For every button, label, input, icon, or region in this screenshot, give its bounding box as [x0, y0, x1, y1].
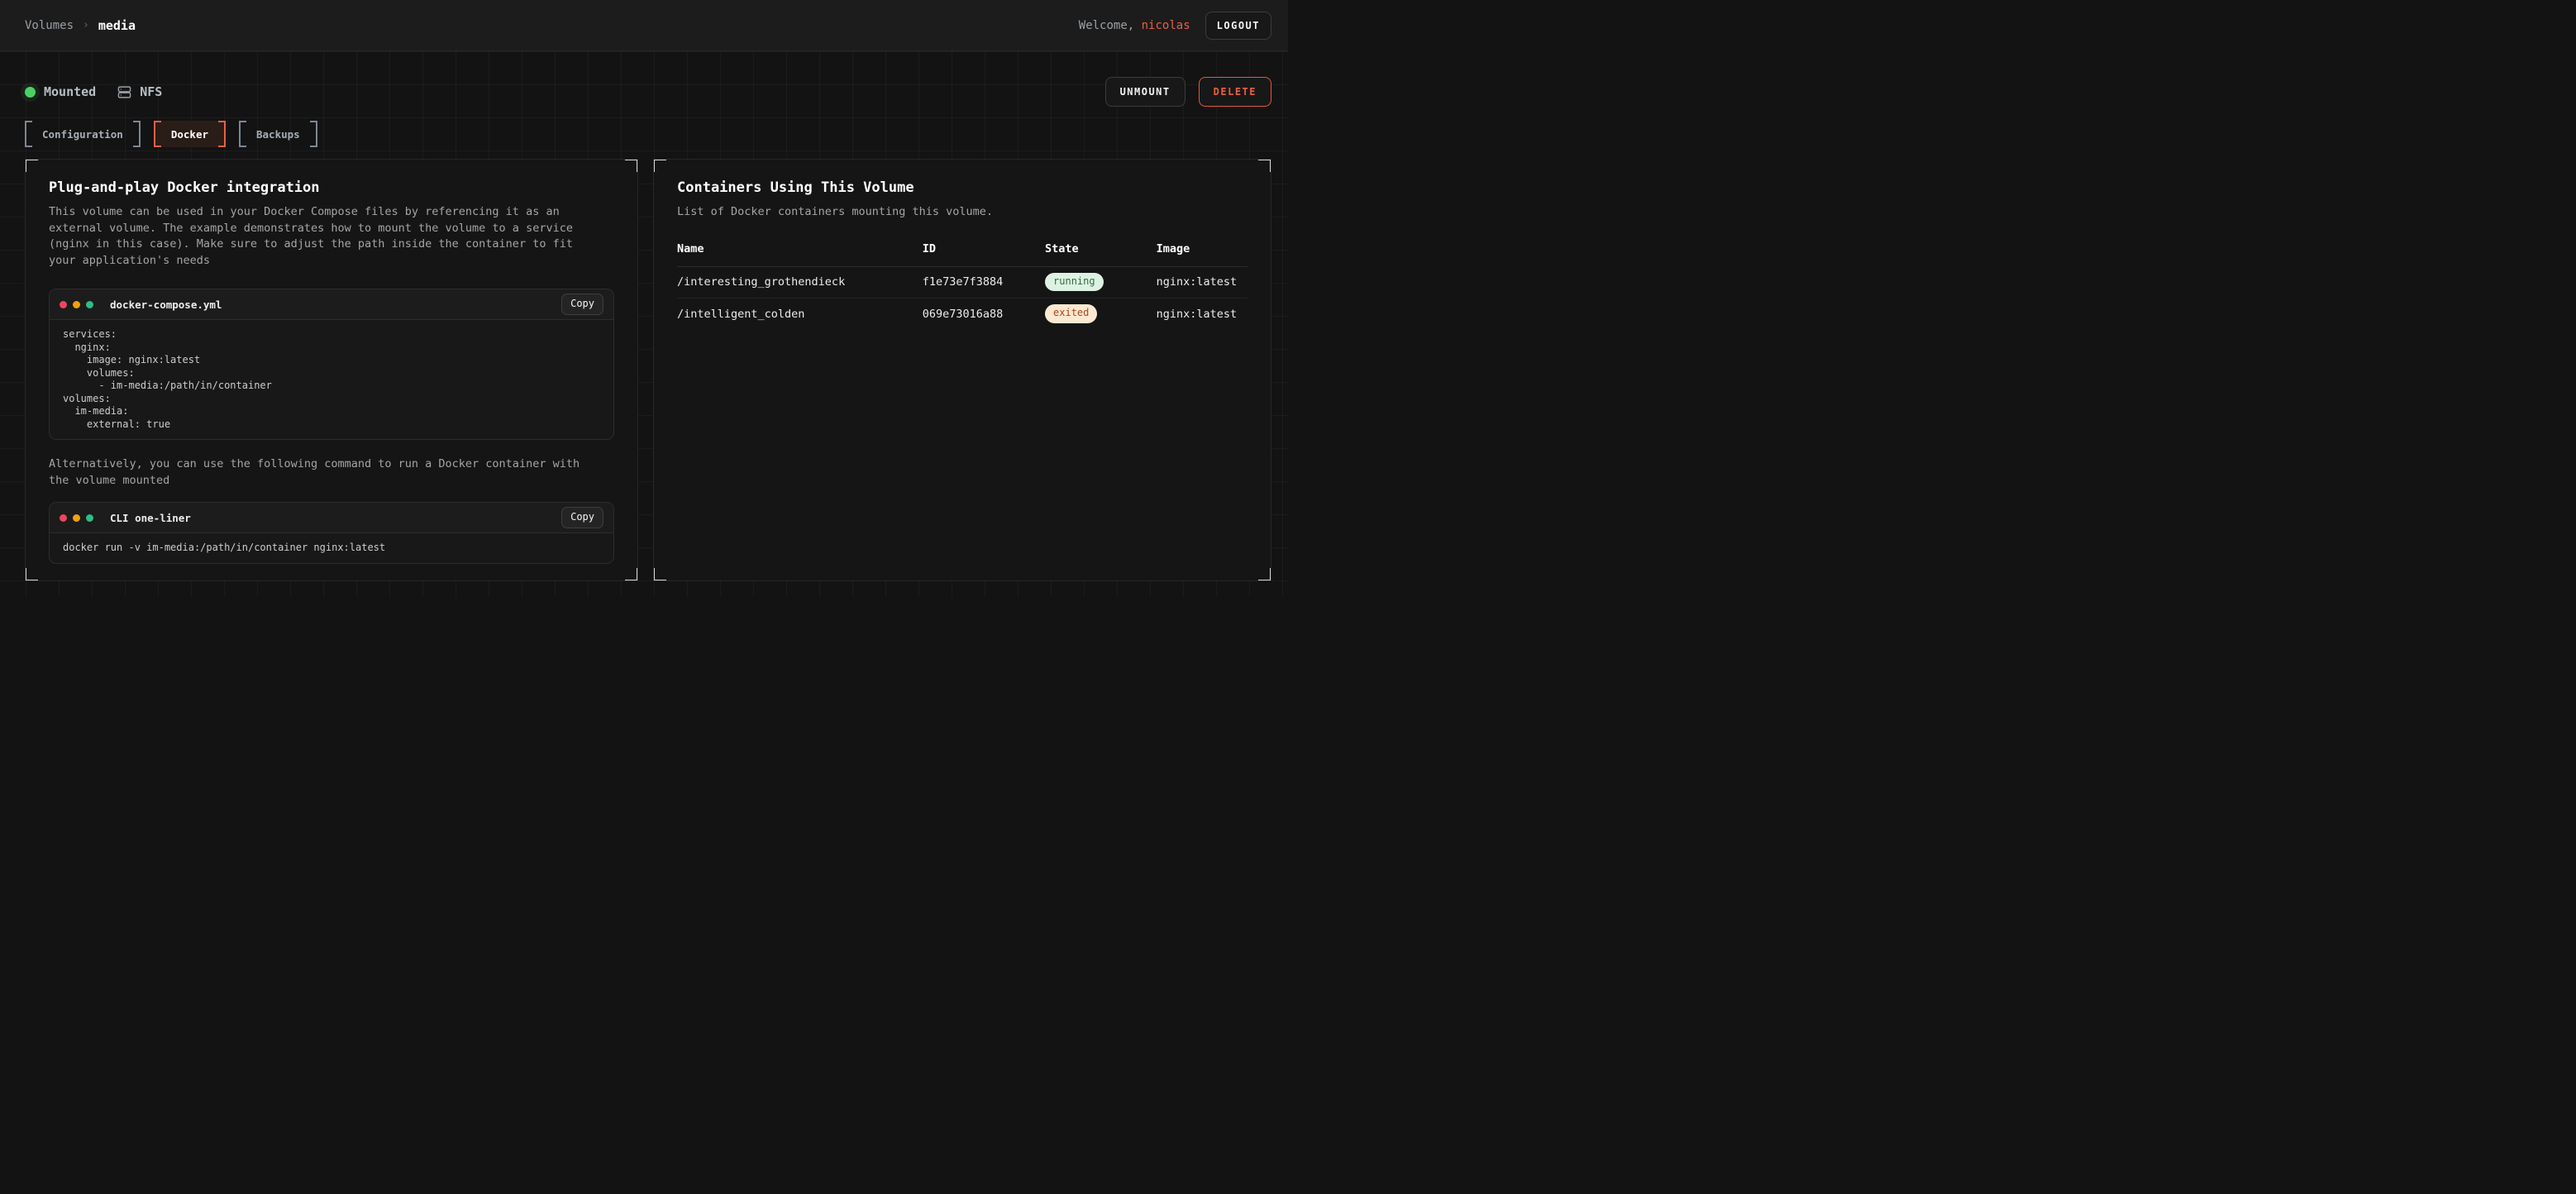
- unmount-button[interactable]: UNMOUNT: [1105, 77, 1185, 107]
- container-image: nginx:latest: [1157, 275, 1247, 289]
- tab-configuration[interactable]: Configuration: [25, 121, 141, 147]
- chevron-right-icon: ›: [83, 19, 89, 31]
- traffic-light-amber-icon: [73, 514, 80, 522]
- container-id: f1e73e7f3884: [923, 275, 1045, 289]
- topbar-right: Welcome, nicolas LOGOUT: [1079, 12, 1271, 40]
- compose-filename: docker-compose.yml: [110, 298, 222, 311]
- traffic-light-amber-icon: [73, 301, 80, 308]
- table-row: /intelligent_colden 069e73016a88 exited …: [677, 298, 1247, 330]
- containers-panel-subtitle: List of Docker containers mounting this …: [677, 204, 1224, 221]
- panel-corner: [653, 159, 666, 172]
- container-state: exited: [1045, 304, 1157, 323]
- fs-type-label: NFS: [140, 84, 162, 99]
- breadcrumb: Volumes › media: [25, 18, 136, 33]
- breadcrumb-current-volume: media: [98, 18, 136, 33]
- status-row: Mounted NFS UNMOUNT DELET: [25, 77, 1271, 107]
- mount-status: Mounted: [25, 84, 96, 99]
- containers-table-header: Name ID State Image: [677, 242, 1247, 267]
- tab-docker[interactable]: Docker: [154, 121, 226, 147]
- traffic-light-green-icon: [86, 301, 93, 308]
- topbar: Volumes › media Welcome, nicolas LOGOUT: [0, 0, 1288, 51]
- container-state: running: [1045, 273, 1157, 292]
- server-icon: [117, 85, 131, 99]
- fs-type: NFS: [117, 84, 162, 99]
- compose-code: services: nginx: image: nginx:latest vol…: [50, 320, 613, 439]
- panel-corner: [1258, 159, 1271, 172]
- containers-panel-title: Containers Using This Volume: [677, 179, 1247, 196]
- panel-corner: [25, 159, 38, 172]
- cli-code-header: CLI one-liner Copy: [50, 503, 613, 533]
- table-row: /interesting_grothendieck f1e73e7f3884 r…: [677, 267, 1247, 298]
- logout-button[interactable]: LOGOUT: [1205, 12, 1271, 40]
- panel-corner: [653, 568, 666, 581]
- username: nicolas: [1142, 19, 1190, 32]
- compose-code-header: docker-compose.yml Copy: [50, 289, 613, 320]
- compose-copy-button[interactable]: Copy: [561, 294, 603, 315]
- status-badge: running: [1045, 273, 1104, 292]
- page-content: Mounted NFS UNMOUNT DELET: [0, 77, 1288, 581]
- cli-code-block: CLI one-liner Copy docker run -v im-medi…: [49, 502, 614, 564]
- welcome-prefix: Welcome,: [1079, 19, 1142, 32]
- docker-integration-panel: Plug-and-play Docker integration This vo…: [25, 159, 638, 581]
- docker-panel-title: Plug-and-play Docker integration: [49, 179, 614, 196]
- header-image: Image: [1157, 242, 1247, 256]
- container-image: nginx:latest: [1157, 308, 1247, 321]
- traffic-light-green-icon: [86, 514, 93, 522]
- panel-corner: [1258, 568, 1271, 581]
- breadcrumb-volumes-link[interactable]: Volumes: [25, 19, 74, 32]
- header-id: ID: [923, 242, 1045, 256]
- welcome-text: Welcome, nicolas: [1079, 19, 1190, 32]
- panel-corner: [625, 568, 638, 581]
- volume-status-group: Mounted NFS: [25, 84, 162, 99]
- container-name: /interesting_grothendieck: [677, 275, 923, 289]
- cli-intro-text: Alternatively, you can use the following…: [49, 456, 596, 489]
- tab-bar: Configuration Docker Backups: [25, 121, 1271, 147]
- traffic-light-red-icon: [60, 301, 67, 308]
- delete-button[interactable]: DELETE: [1199, 77, 1271, 107]
- cli-title: CLI one-liner: [110, 512, 191, 524]
- container-name: /intelligent_colden: [677, 308, 923, 321]
- tab-backups[interactable]: Backups: [239, 121, 317, 147]
- header-name: Name: [677, 242, 923, 256]
- panel-corner: [625, 159, 638, 172]
- status-badge: exited: [1045, 304, 1097, 323]
- mount-status-label: Mounted: [44, 84, 96, 99]
- container-id: 069e73016a88: [923, 308, 1045, 321]
- containers-panel: Containers Using This Volume List of Doc…: [653, 159, 1271, 581]
- compose-code-block: docker-compose.yml Copy services: nginx:…: [49, 289, 614, 440]
- mounted-status-dot-icon: [25, 87, 36, 98]
- containers-table: Name ID State Image /interesting_grothen…: [677, 242, 1247, 330]
- volume-detail-page: Volumes › media Welcome, nicolas LOGOUT …: [0, 0, 1288, 597]
- panel-corner: [25, 568, 38, 581]
- traffic-light-red-icon: [60, 514, 67, 522]
- volume-actions: UNMOUNT DELETE: [1105, 77, 1271, 107]
- cli-code: docker run -v im-media:/path/in/containe…: [50, 533, 613, 563]
- header-state: State: [1045, 242, 1157, 256]
- cli-copy-button[interactable]: Copy: [561, 507, 603, 528]
- docker-panel-description: This volume can be used in your Docker C…: [49, 204, 596, 269]
- panels: Plug-and-play Docker integration This vo…: [25, 159, 1271, 581]
